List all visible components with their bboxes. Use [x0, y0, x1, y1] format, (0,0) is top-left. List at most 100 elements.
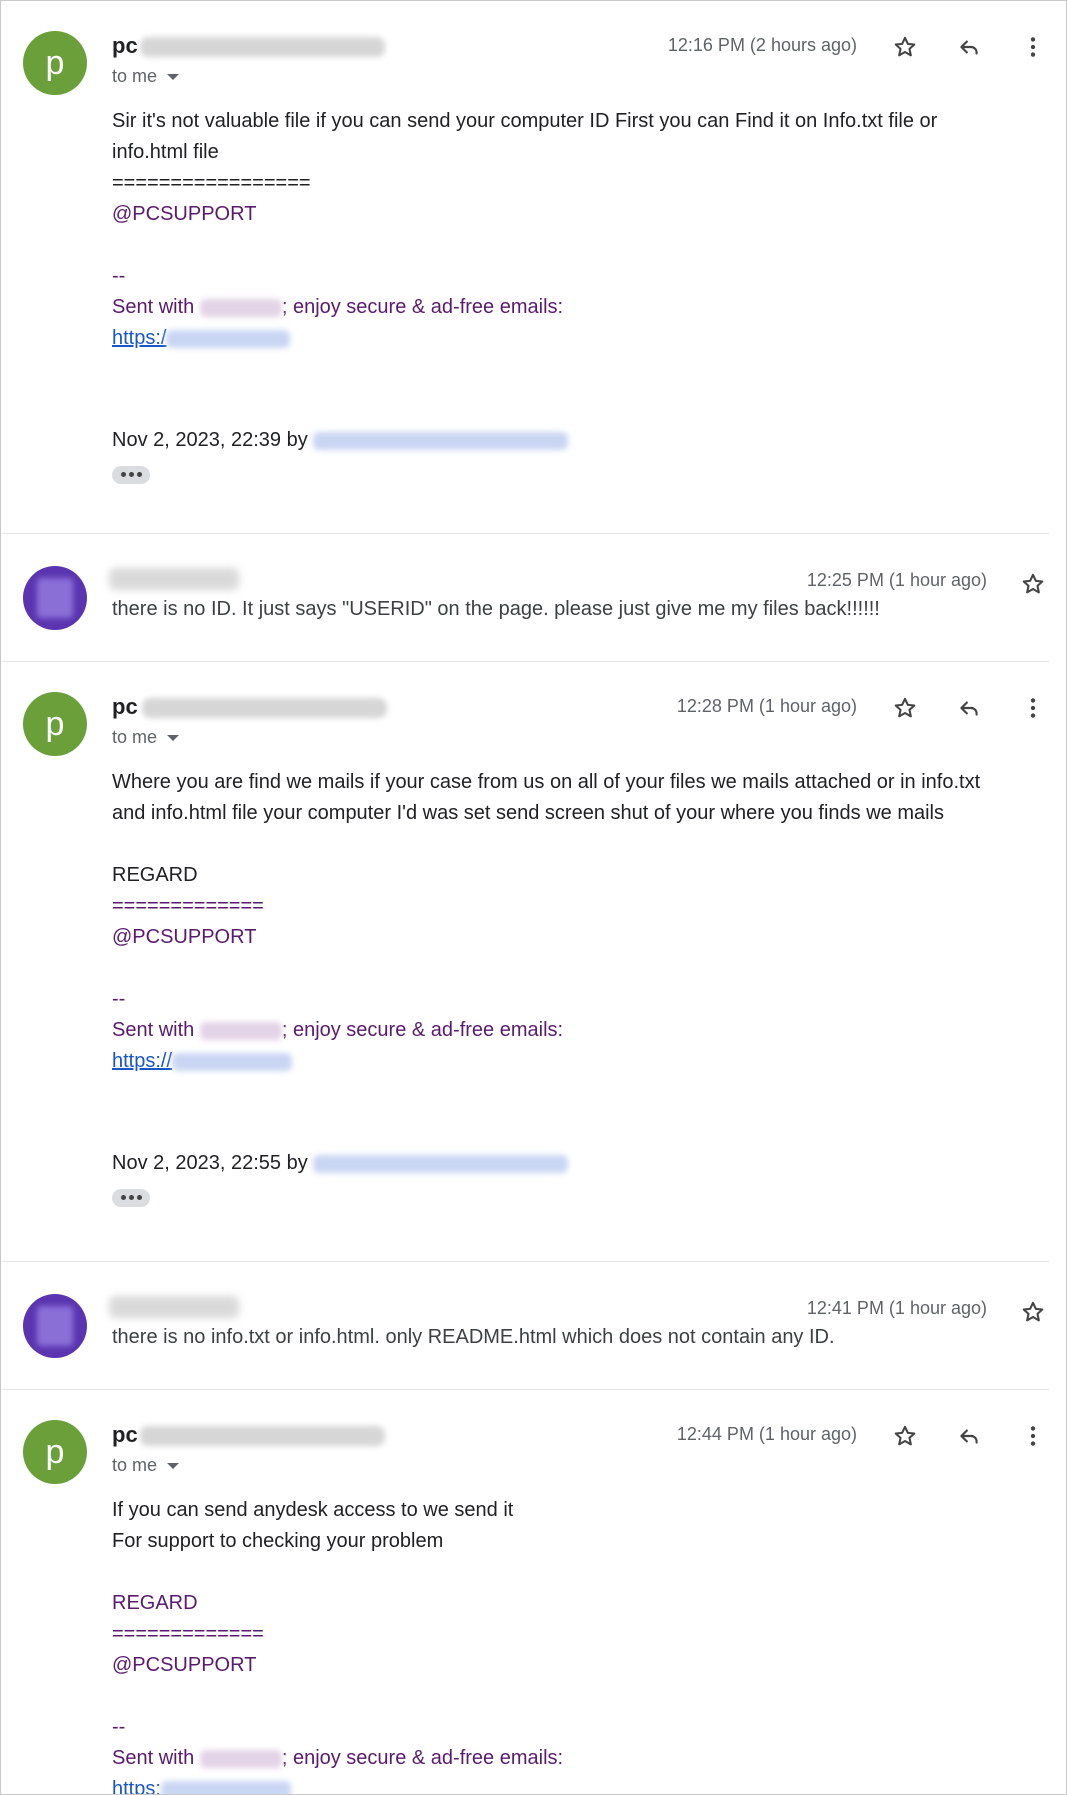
signature-name: @PCSUPPORT [112, 926, 257, 948]
message-header: pc 12:44 PM (1 hour ago) [112, 1420, 1049, 1452]
signature-name: @PCSUPPORT [112, 203, 257, 225]
body-paragraph: Where you are find we mails if your case… [112, 771, 981, 793]
sent-with-line: Sent with ; enjoy secure & ad-free email… [112, 1743, 1019, 1774]
message-collapsed[interactable]: 12:41 PM (1 hour ago) there is no info.t… [1, 1262, 1049, 1390]
email-thread: p pc 12:16 PM (2 hours ago) to me Sir it… [1, 1, 1066, 1794]
message-time: 12:16 PM (2 hours ago) [667, 35, 857, 55]
message-snippet: there is no ID. It just says "USERID" on… [112, 598, 880, 620]
recipients-toggle[interactable]: to me [112, 727, 180, 748]
reply-icon[interactable] [953, 31, 985, 63]
redacted-email [313, 431, 569, 450]
sent-with-line: Sent with ; enjoy secure & ad-free email… [112, 292, 1019, 323]
sent-with-text: Sent with [112, 1019, 195, 1041]
more-vertical-icon[interactable] [1017, 31, 1049, 63]
message-header: pc 12:28 PM (1 hour ago) [112, 692, 1049, 724]
avatar-image-redacted [37, 1306, 73, 1346]
star-icon[interactable] [889, 1420, 921, 1452]
sent-with-rest: ; enjoy secure & ad-free emails: [281, 1019, 564, 1041]
show-trimmed-content-button[interactable] [112, 1188, 150, 1207]
avatar-image-redacted [37, 578, 73, 618]
quote-date-line: Nov 2, 2023, 22:55 by [112, 1152, 308, 1174]
sender-name[interactable]: pc [112, 694, 138, 720]
message-body: If you can send anydesk access to we sen… [112, 1495, 1019, 1794]
body-paragraph: If you can send anydesk access to we sen… [112, 1499, 514, 1521]
quoted-header: Nov 2, 2023, 22:39 by [112, 425, 1019, 456]
message-time: 12:44 PM (1 hour ago) [676, 1424, 857, 1444]
message-collapsed[interactable]: 12:25 PM (1 hour ago) there is no ID. It… [1, 534, 1049, 662]
more-vertical-icon[interactable] [1017, 1420, 1049, 1452]
sender-name-redacted [109, 568, 239, 590]
email-thread-window: p pc 12:16 PM (2 hours ago) to me Sir it… [0, 0, 1067, 1795]
sender-name-redacted [109, 1296, 239, 1318]
message-time: 12:41 PM (1 hour ago) [806, 1298, 987, 1318]
message-expanded: p pc 12:28 PM (1 hour ago) to me Where y… [1, 662, 1049, 1262]
star-icon[interactable] [889, 692, 921, 724]
link-prefix[interactable]: https:// [112, 1050, 172, 1072]
message-time: 12:25 PM (1 hour ago) [806, 570, 987, 590]
chevron-down-icon [167, 735, 180, 742]
recipients-label: to me [112, 727, 158, 747]
signature-link[interactable]: https: [112, 1774, 1019, 1794]
avatar-initial: p [45, 704, 65, 743]
signature-separator: ============= [112, 1623, 264, 1645]
regard-text: REGARD [112, 864, 198, 886]
redacted-link [166, 329, 291, 348]
avatar[interactable] [23, 566, 87, 630]
signature-dash: -- [112, 988, 126, 1010]
avatar[interactable]: p [23, 692, 87, 756]
signature-separator: ============= [112, 895, 264, 917]
sender-name[interactable]: pc [112, 33, 138, 59]
signature-link[interactable]: https:/ [112, 323, 1019, 354]
avatar-initial: p [45, 1432, 65, 1471]
quoted-header: Nov 2, 2023, 22:55 by [112, 1148, 1019, 1179]
star-icon[interactable] [889, 31, 921, 63]
reply-icon[interactable] [953, 1420, 985, 1452]
message-expanded: p pc 12:44 PM (1 hour ago) to me If you … [1, 1390, 1049, 1794]
recipients-label: to me [112, 66, 158, 86]
star-icon[interactable] [1017, 568, 1049, 600]
redacted-service-name [199, 1021, 282, 1040]
sent-with-rest: ; enjoy secure & ad-free emails: [281, 1747, 564, 1769]
signature-name: @PCSUPPORT [112, 1654, 257, 1676]
star-icon[interactable] [1017, 1296, 1049, 1328]
chevron-down-icon [167, 1463, 180, 1470]
avatar[interactable]: p [23, 31, 87, 95]
reply-icon[interactable] [953, 692, 985, 724]
signature-dash: -- [112, 1716, 126, 1738]
sender-email-redacted [140, 1426, 385, 1446]
link-prefix[interactable]: https:/ [112, 327, 166, 349]
recipients-toggle[interactable]: to me [112, 1455, 180, 1476]
more-vertical-icon[interactable] [1017, 692, 1049, 724]
sender-email-redacted [142, 698, 387, 718]
redacted-link [172, 1052, 293, 1071]
message-time: 12:28 PM (1 hour ago) [676, 696, 857, 716]
sender-name[interactable]: pc [112, 1422, 138, 1448]
avatar-initial: p [45, 43, 65, 82]
signature-link[interactable]: https:// [112, 1046, 1019, 1077]
message-header: pc 12:16 PM (2 hours ago) [112, 31, 1049, 63]
body-paragraph: info.html file [112, 141, 219, 163]
redacted-email [313, 1154, 569, 1173]
recipients-label: to me [112, 1455, 158, 1475]
sent-with-text: Sent with [112, 1747, 195, 1769]
signature-separator: ================= [112, 172, 311, 194]
message-body: Where you are find we mails if your case… [112, 767, 1019, 1210]
avatar[interactable]: p [23, 1420, 87, 1484]
link-prefix[interactable]: https: [112, 1778, 161, 1794]
quote-date-line: Nov 2, 2023, 22:39 by [112, 429, 308, 451]
regard-text: REGARD [112, 1592, 198, 1614]
avatar[interactable] [23, 1294, 87, 1358]
show-trimmed-content-button[interactable] [112, 465, 150, 484]
sender-email-redacted [140, 37, 385, 57]
recipients-toggle[interactable]: to me [112, 66, 180, 87]
redacted-service-name [199, 298, 282, 317]
signature-dash: -- [112, 265, 126, 287]
sent-with-text: Sent with [112, 296, 195, 318]
chevron-down-icon [167, 74, 180, 81]
body-paragraph: Sir it's not valuable file if you can se… [112, 110, 938, 132]
message-expanded: p pc 12:16 PM (2 hours ago) to me Sir it… [1, 1, 1049, 534]
sent-with-rest: ; enjoy secure & ad-free emails: [281, 296, 564, 318]
sent-with-line: Sent with ; enjoy secure & ad-free email… [112, 1015, 1019, 1046]
body-paragraph: and info.html file your computer I'd was… [112, 802, 944, 824]
message-body: Sir it's not valuable file if you can se… [112, 106, 1019, 487]
